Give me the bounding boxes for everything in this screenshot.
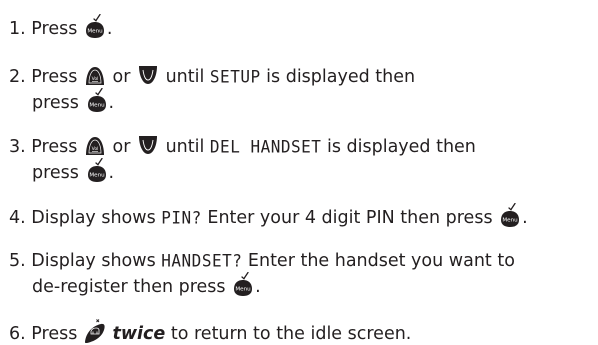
step-text: Press [31, 67, 78, 87]
step-continuation: press . [9, 88, 415, 114]
step-6: 6. Press twice to return to the idle scr… [9, 318, 411, 345]
step-text: press [32, 93, 79, 113]
lcd-display-text: PIN? [161, 207, 202, 228]
vol-up-button-icon [83, 62, 107, 87]
menu-button-icon [83, 14, 107, 39]
step-text: Enter the handset you want to [247, 251, 515, 271]
step-5: 5. Display shows HANDSET? Enter the hand… [9, 250, 515, 298]
step-3: 3. Press or until DEL HANDSET is display… [9, 132, 476, 184]
step-text: until [165, 137, 205, 157]
menu-button-icon [231, 272, 255, 297]
step-text: Enter your 4 digit PIN then press [207, 208, 493, 228]
step-number: 6. [9, 324, 26, 344]
lcd-display-text: SETUP [209, 66, 261, 87]
step-punctuation: . [108, 93, 115, 113]
step-text: de-register then press [32, 277, 226, 297]
step-text: Press [31, 19, 78, 39]
down-button-icon [136, 62, 160, 87]
down-button-icon [136, 132, 160, 157]
step-2: 2. Press or until SETUP is displayed the… [9, 62, 415, 114]
lcd-display-text: DEL HANDSET [209, 136, 322, 157]
step-number: 1. [9, 19, 26, 39]
step-text: to return to the idle screen. [170, 324, 412, 344]
step-1: 1. Press . [9, 14, 113, 40]
lcd-display-text: HANDSET? [161, 250, 243, 271]
step-text: Display shows [31, 251, 156, 271]
step-number: 3. [9, 137, 26, 157]
step-text: press [32, 163, 79, 183]
step-text: or [112, 137, 131, 157]
menu-button-icon [85, 158, 109, 183]
step-punctuation: . [255, 277, 261, 297]
end-call-button-icon [83, 318, 107, 344]
step-continuation: de-register then press . [9, 272, 515, 298]
vol-up-button-icon [83, 132, 107, 157]
step-text: until [165, 67, 205, 87]
menu-button-icon [85, 88, 109, 113]
step-text: or [112, 67, 131, 87]
step-text: Display shows [31, 208, 156, 228]
step-punctuation: . [108, 163, 115, 183]
step-number: 4. [9, 208, 26, 228]
step-text: Press [31, 137, 78, 157]
step-number: 2. [9, 67, 26, 87]
step-continuation: press . [9, 158, 476, 184]
step-text: is displayed then [266, 67, 416, 87]
step-punctuation: . [522, 208, 528, 228]
step-text: is displayed then [326, 137, 476, 157]
emphasis-text: twice [112, 324, 166, 344]
step-number: 5. [9, 251, 26, 271]
step-4: 4. Display shows PIN? Enter your 4 digit… [9, 203, 528, 229]
step-punctuation: . [106, 19, 113, 39]
menu-button-icon [498, 203, 522, 228]
step-text: Press [31, 324, 78, 344]
